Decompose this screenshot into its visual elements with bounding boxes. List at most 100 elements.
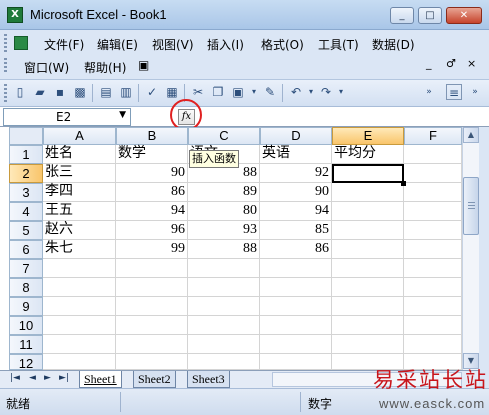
cell-d2[interactable]: 92 (260, 164, 332, 183)
menubar-grip-2[interactable] (4, 58, 7, 74)
row-header-10[interactable]: 10 (9, 316, 43, 335)
row-header-12[interactable]: 12 (9, 354, 43, 371)
cell-f5[interactable] (404, 221, 462, 240)
print-preview-icon[interactable]: ▥ (118, 84, 134, 100)
cell-d4[interactable]: 94 (260, 202, 332, 221)
cell-e2[interactable] (332, 164, 404, 183)
research-icon[interactable]: ▦ (164, 84, 180, 100)
vertical-scrollbar[interactable]: ▲ ▼ (462, 127, 479, 370)
cell-f9[interactable] (404, 297, 462, 316)
menu-format[interactable]: 格式(O) (261, 36, 304, 53)
row-header-4[interactable]: 4 (9, 202, 43, 221)
cell-d10[interactable] (260, 316, 332, 335)
menu-window[interactable]: 窗口(W) (24, 59, 69, 76)
cell-e6[interactable] (332, 240, 404, 259)
row-header-9[interactable]: 9 (9, 297, 43, 316)
cell-a2[interactable]: 张三 (43, 164, 116, 183)
cell-e4[interactable] (332, 202, 404, 221)
cell-d1[interactable]: 英语 (260, 145, 332, 164)
cell-a9[interactable] (43, 297, 116, 316)
cell-b1[interactable]: 数学 (116, 145, 188, 164)
cell-c7[interactable] (188, 259, 260, 278)
first-sheet-icon[interactable]: |◄ (10, 373, 20, 383)
cell-f3[interactable] (404, 183, 462, 202)
cell-e5[interactable] (332, 221, 404, 240)
cell-c6[interactable]: 88 (188, 240, 260, 259)
cell-e3[interactable] (332, 183, 404, 202)
cell-e1[interactable]: 平均分 (332, 145, 404, 164)
cell-d9[interactable] (260, 297, 332, 316)
fill-handle[interactable] (401, 181, 406, 186)
prev-sheet-icon[interactable]: ◄ (29, 373, 36, 383)
permission-icon[interactable]: ▩ (72, 84, 88, 100)
cell-c11[interactable] (188, 335, 260, 354)
undo-dropdown-icon[interactable]: ▾ (303, 84, 319, 100)
col-header-f[interactable]: F (404, 127, 462, 145)
cell-c4[interactable]: 80 (188, 202, 260, 221)
cell-f1[interactable] (404, 145, 462, 164)
cell-a4[interactable]: 王五 (43, 202, 116, 221)
name-box[interactable]: E2 ▼ (3, 108, 131, 126)
cell-a11[interactable] (43, 335, 116, 354)
cell-b3[interactable]: 86 (116, 183, 188, 202)
menu-view[interactable]: 视图(V) (152, 36, 194, 53)
toolbar-options-icon[interactable]: » (424, 84, 434, 100)
cell-d11[interactable] (260, 335, 332, 354)
cell-d3[interactable]: 90 (260, 183, 332, 202)
row-header-5[interactable]: 5 (9, 221, 43, 240)
cell-e7[interactable] (332, 259, 404, 278)
col-header-e[interactable]: E (332, 127, 404, 145)
print-icon[interactable]: ▤ (98, 84, 114, 100)
cell-b12[interactable] (116, 354, 188, 370)
redo-icon[interactable]: ↷ (318, 84, 334, 100)
toolbar-options-icon-2[interactable]: » (470, 84, 480, 100)
cell-a6[interactable]: 朱七 (43, 240, 116, 259)
cell-f2[interactable] (404, 164, 462, 183)
row-header-8[interactable]: 8 (9, 278, 43, 297)
select-all-corner[interactable] (9, 127, 43, 145)
cell-f10[interactable] (404, 316, 462, 335)
menu-help[interactable]: 帮助(H) (84, 59, 126, 76)
cell-b5[interactable]: 96 (116, 221, 188, 240)
cell-c12[interactable] (188, 354, 260, 370)
cell-b4[interactable]: 94 (116, 202, 188, 221)
row-header-7[interactable]: 7 (9, 259, 43, 278)
cell-e9[interactable] (332, 297, 404, 316)
camera-icon[interactable]: ▣ (138, 58, 149, 72)
last-sheet-icon[interactable]: ►| (59, 373, 69, 383)
cell-f11[interactable] (404, 335, 462, 354)
cell-a7[interactable] (43, 259, 116, 278)
minimize-button[interactable]: _ (390, 7, 414, 24)
col-header-d[interactable]: D (260, 127, 332, 145)
maximize-button[interactable]: □ (418, 7, 442, 24)
cell-b6[interactable]: 99 (116, 240, 188, 259)
cell-c10[interactable] (188, 316, 260, 335)
menu-tools[interactable]: 工具(T) (318, 36, 359, 53)
cell-e8[interactable] (332, 278, 404, 297)
cell-c9[interactable] (188, 297, 260, 316)
menu-file[interactable]: 文件(F) (44, 36, 84, 53)
chevron-down-icon[interactable]: ▼ (119, 110, 126, 120)
row-header-1[interactable]: 1 (9, 145, 43, 164)
row-header-6[interactable]: 6 (9, 240, 43, 259)
cell-d6[interactable]: 86 (260, 240, 332, 259)
undo-icon[interactable]: ↶ (288, 84, 304, 100)
col-header-c[interactable]: C (188, 127, 260, 145)
cell-e11[interactable] (332, 335, 404, 354)
align-icon[interactable]: ≡ (446, 84, 462, 100)
cell-a10[interactable] (43, 316, 116, 335)
row-header-11[interactable]: 11 (9, 335, 43, 354)
sheet-tab-1[interactable]: Sheet1 (79, 371, 122, 388)
col-header-a[interactable]: A (43, 127, 116, 145)
spelling-icon[interactable]: ✓ (144, 84, 160, 100)
cell-a12[interactable] (43, 354, 116, 370)
paste-dropdown-icon[interactable]: ▾ (246, 84, 262, 100)
cell-f4[interactable] (404, 202, 462, 221)
menu-data[interactable]: 数据(D) (372, 36, 415, 53)
cell-c5[interactable]: 93 (188, 221, 260, 240)
cell-c3[interactable]: 89 (188, 183, 260, 202)
format-painter-icon[interactable]: ✎ (262, 84, 278, 100)
cell-b9[interactable] (116, 297, 188, 316)
cut-icon[interactable]: ✂ (190, 84, 206, 100)
cell-b10[interactable] (116, 316, 188, 335)
